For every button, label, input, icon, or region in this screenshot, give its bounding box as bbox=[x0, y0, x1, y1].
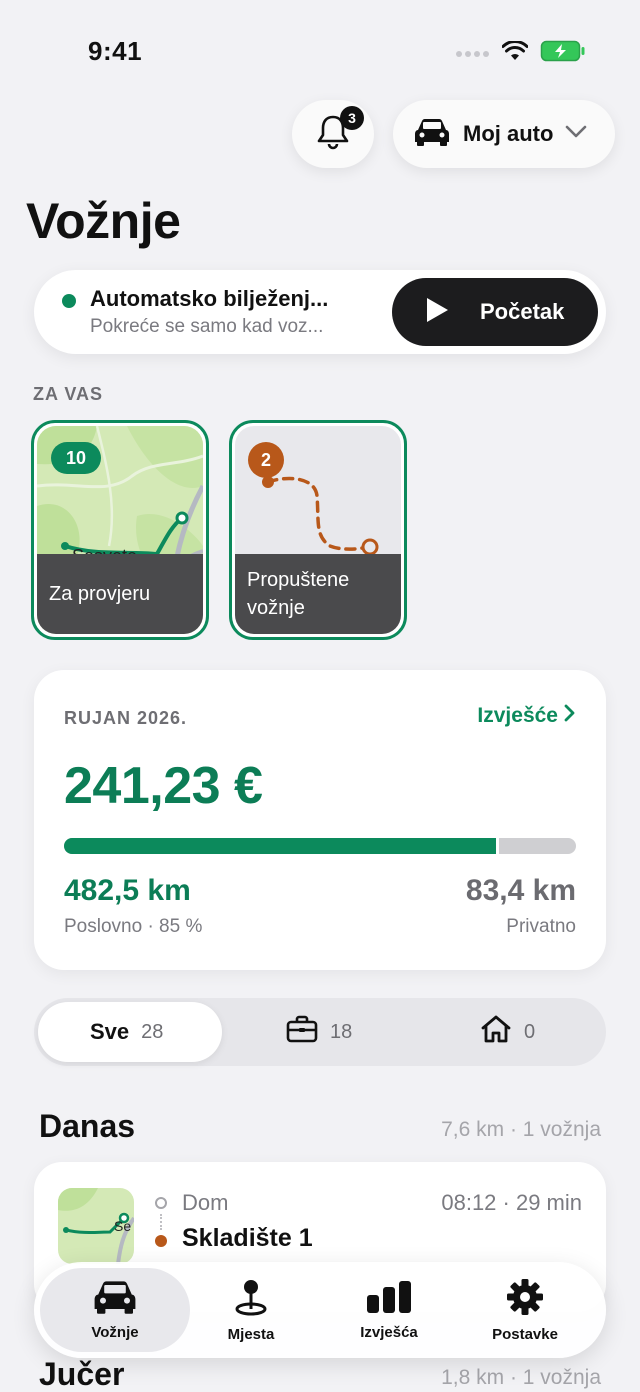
page-title: Vožnje bbox=[26, 193, 181, 249]
month-label: RUJAN 2026. bbox=[64, 708, 188, 728]
month-summary-card: RUJAN 2026. Izvješće 241,23 € 482,5 km P… bbox=[34, 670, 606, 970]
chevron-right-icon bbox=[564, 704, 576, 728]
trip-route-connector bbox=[160, 1214, 162, 1230]
status-time: 9:41 bbox=[88, 36, 143, 66]
chevron-down-icon bbox=[565, 125, 587, 144]
filter-all-count: 28 bbox=[141, 1020, 164, 1043]
start-trip-label: Početak bbox=[480, 299, 565, 324]
notifications-button[interactable]: 3 bbox=[292, 100, 374, 168]
business-share-fill bbox=[64, 838, 500, 854]
trip-origin: Dom bbox=[182, 1190, 229, 1215]
report-link[interactable]: Izvješće bbox=[477, 704, 576, 728]
notification-count-badge: 3 bbox=[340, 106, 364, 130]
day-meta-yesterday: 1,8 km · 1 vožnja bbox=[441, 1366, 601, 1389]
day-meta-today: 7,6 km · 1 vožnja bbox=[441, 1118, 601, 1141]
missed-count-badge: 2 bbox=[248, 442, 284, 478]
filter-all-content[interactable]: Sve 28 bbox=[90, 998, 163, 1066]
auto-record-subtitle: Pokreće se samo kad voz... bbox=[90, 316, 324, 337]
play-icon bbox=[424, 296, 450, 329]
filter-business-tab[interactable]: 18 bbox=[286, 998, 352, 1066]
review-trips-label: Za provjeru bbox=[37, 554, 203, 634]
filter-business-count: 18 bbox=[330, 1020, 353, 1043]
map-pin-icon bbox=[231, 1277, 271, 1322]
trip-destination-dot bbox=[155, 1235, 167, 1247]
trip-time: 08:12 · 29 min bbox=[441, 1190, 582, 1215]
auto-record-card[interactable]: Automatsko bilježenj... Pokreće se samo … bbox=[34, 270, 606, 354]
day-title-today: Danas bbox=[39, 1108, 136, 1144]
private-km: 83,4 km bbox=[465, 874, 576, 907]
gear-icon bbox=[505, 1277, 545, 1322]
tab-trips-label: Vožnje bbox=[91, 1324, 139, 1341]
filter-private-tab[interactable]: 0 bbox=[480, 998, 535, 1066]
bar-chart-icon bbox=[365, 1279, 413, 1320]
trip-filter-segment: Sve 28 18 0 bbox=[34, 998, 606, 1066]
car-icon bbox=[92, 1279, 138, 1320]
business-km: 482,5 km bbox=[64, 874, 191, 907]
filter-private-count: 0 bbox=[524, 1020, 536, 1043]
auto-record-title: Automatsko bilježenj... bbox=[90, 286, 329, 311]
tab-places-label: Mjesta bbox=[227, 1326, 275, 1343]
briefcase-icon bbox=[286, 1015, 318, 1049]
cellular-icon bbox=[456, 45, 490, 63]
trip-origin-dot bbox=[155, 1197, 167, 1209]
review-count-badge: 10 bbox=[51, 442, 101, 474]
trip-map-thumbnail: Se bbox=[58, 1188, 134, 1264]
battery-icon bbox=[540, 40, 586, 67]
missed-trips-tile[interactable]: 2 Propuštene vožnje bbox=[229, 420, 407, 640]
business-share-bar bbox=[64, 838, 576, 854]
recording-status-dot bbox=[62, 294, 76, 308]
status-icons bbox=[456, 40, 586, 67]
tab-reports[interactable]: Izvješća bbox=[318, 1268, 460, 1352]
private-subtitle: Privatno bbox=[506, 916, 576, 937]
tab-trips[interactable]: Vožnje bbox=[40, 1268, 190, 1352]
car-icon bbox=[413, 117, 451, 152]
reimbursement-amount: 241,23 € bbox=[64, 757, 263, 815]
review-trips-tile[interactable]: Sesvete 10 Za provjeru bbox=[31, 420, 209, 640]
report-link-label: Izvješće bbox=[477, 704, 558, 727]
day-title-yesterday: Jučer bbox=[39, 1356, 125, 1392]
missed-trips-label-line2: vožnje bbox=[247, 597, 305, 619]
tab-reports-label: Izvješća bbox=[360, 1324, 418, 1341]
home-icon bbox=[480, 1014, 512, 1050]
tab-bar: Vožnje Mjesta Izvješća Postavke bbox=[34, 1262, 606, 1358]
missed-trips-label: Propuštene vožnje bbox=[235, 554, 401, 634]
tab-settings[interactable]: Postavke bbox=[454, 1268, 596, 1352]
tab-places[interactable]: Mjesta bbox=[180, 1268, 322, 1352]
business-subtitle: Poslovno · 85 % bbox=[64, 916, 203, 937]
trip-map-label: Se bbox=[114, 1218, 132, 1234]
start-trip-button[interactable]: Početak bbox=[392, 278, 598, 346]
vehicle-selector[interactable]: Moj auto bbox=[393, 100, 615, 168]
tab-settings-label: Postavke bbox=[492, 1326, 558, 1343]
wifi-icon bbox=[501, 40, 529, 66]
filter-all-label: Sve bbox=[90, 1019, 130, 1044]
for-you-section-label: ZA VAS bbox=[33, 384, 104, 404]
missed-trips-label-line1: Propuštene bbox=[247, 569, 350, 591]
trip-destination: Skladište 1 bbox=[182, 1224, 313, 1252]
vehicle-label: Moj auto bbox=[463, 121, 554, 146]
